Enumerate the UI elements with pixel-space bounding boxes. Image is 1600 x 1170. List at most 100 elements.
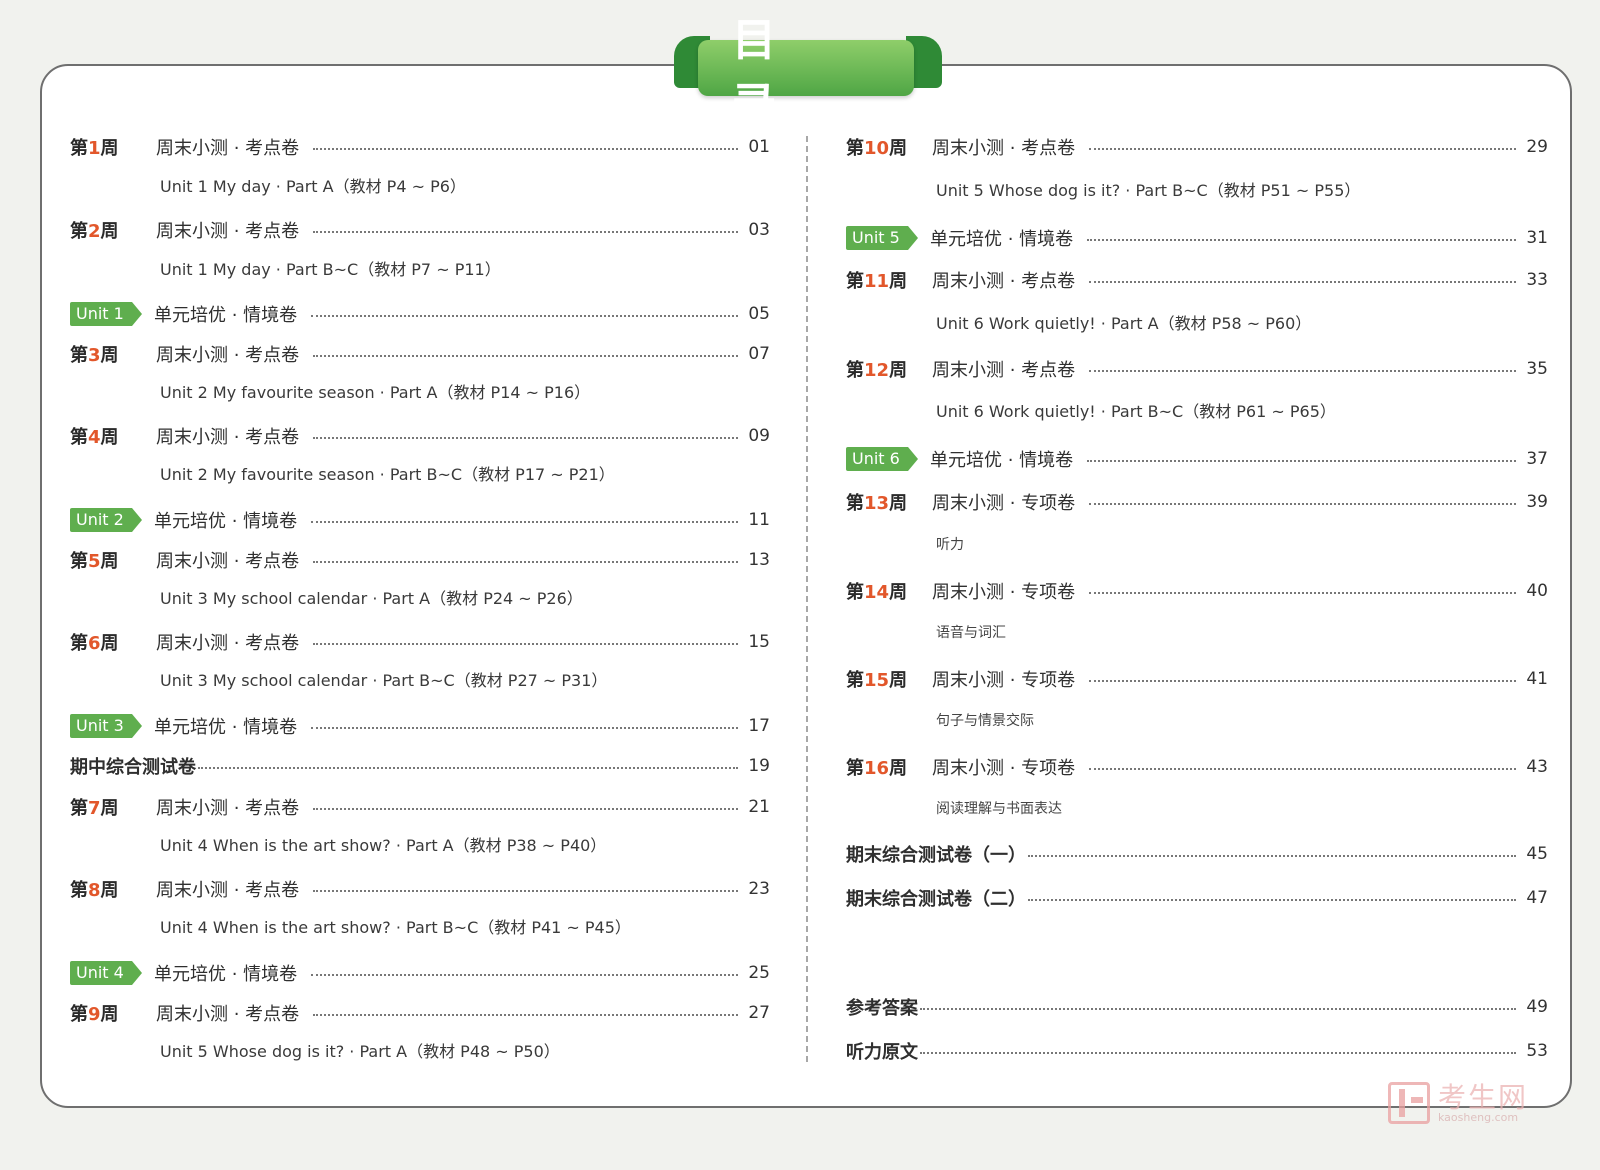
toc-entry[interactable]: 第12周 周末小测 · 考点卷 35 [846, 354, 1548, 384]
week-label: 第11周 [846, 267, 932, 293]
entry-title: 单元培优 · 情境卷 [154, 717, 298, 738]
week-label: 第6周 [70, 629, 156, 655]
week-label: 第16周 [846, 754, 932, 780]
toc-entry[interactable]: Unit 2 单元培优 · 情境卷 11 [70, 505, 770, 535]
unit-badge: Unit 3 [70, 714, 142, 738]
toc-entry[interactable]: 期中综合测试卷 19 [70, 751, 770, 781]
dot-leader [1089, 680, 1516, 682]
dot-leader [311, 727, 738, 729]
page-number: 53 [1526, 1041, 1548, 1061]
toc-entry[interactable]: 第7周 周末小测 · 考点卷 21 [70, 792, 770, 822]
week-number: 8 [88, 880, 101, 901]
week-prefix: 第 [846, 271, 864, 292]
toc-entry[interactable]: 期末综合测试卷（一） 45 [846, 839, 1548, 869]
toc-entry[interactable]: 第9周 周末小测 · 考点卷 27 [70, 998, 770, 1028]
toc-entry[interactable]: Unit 3 单元培优 · 情境卷 17 [70, 711, 770, 741]
toc-entry[interactable]: Unit 1 单元培优 · 情境卷 05 [70, 299, 770, 329]
toc-entry[interactable]: 期末综合测试卷（二） 47 [846, 883, 1548, 913]
week-suffix: 周 [100, 345, 119, 366]
toc-entry[interactable]: 第10周 周末小测 · 考点卷 29 [846, 132, 1548, 162]
entry-title: 周末小测 · 考点卷 [156, 798, 300, 819]
week-number: 2 [88, 221, 101, 242]
unit-badge: Unit 4 [70, 961, 142, 985]
entry-subtitle: Unit 6 Work quietly! · Part B~C（教材 P61 ~… [936, 402, 1336, 421]
page-number: 15 [748, 632, 770, 652]
entry-subtitle: Unit 4 When is the art show? · Part B~C（… [160, 918, 631, 937]
week-prefix: 第 [846, 493, 864, 514]
week-prefix: 第 [70, 221, 88, 242]
dot-leader [1028, 855, 1516, 857]
week-number: 4 [88, 427, 101, 448]
week-number: 11 [864, 271, 890, 292]
week-label: 第15周 [846, 666, 932, 692]
week-prefix: 第 [70, 551, 88, 572]
toc-entry[interactable]: 第2周 周末小测 · 考点卷 03 [70, 215, 770, 245]
dot-leader [311, 974, 738, 976]
toc-entry[interactable]: 第13周 周末小测 · 专项卷 39 [846, 487, 1548, 517]
entry-subtitle: Unit 3 My school calendar · Part B~C（教材 … [160, 671, 608, 690]
entry-subtitle: 听力 [936, 537, 964, 553]
toc-entry[interactable]: Unit 4 单元培优 · 情境卷 25 [70, 958, 770, 988]
week-suffix: 周 [100, 427, 119, 448]
week-label: 第9周 [70, 1000, 156, 1026]
week-prefix: 第 [70, 880, 88, 901]
entry-title: 参考答案 [846, 998, 918, 1019]
toc-entry[interactable]: 参考答案 49 [846, 992, 1548, 1022]
week-number: 14 [864, 582, 890, 603]
page-number: 45 [1526, 844, 1548, 864]
entry-title: 听力原文 [846, 1042, 918, 1063]
page-number: 13 [748, 550, 770, 570]
week-suffix: 周 [100, 221, 119, 242]
dot-leader [1089, 503, 1516, 505]
entry-title: 单元培优 · 情境卷 [154, 305, 298, 326]
page-number: 29 [1526, 137, 1548, 157]
dot-leader [313, 148, 738, 150]
entry-title: 单元培优 · 情境卷 [930, 229, 1074, 250]
toc-entry[interactable]: 第15周 周末小测 · 专项卷 41 [846, 664, 1548, 694]
entry-title: 周末小测 · 考点卷 [932, 360, 1076, 381]
entry-title: 周末小测 · 考点卷 [156, 1004, 300, 1025]
week-prefix: 第 [846, 582, 864, 603]
column-divider [806, 136, 808, 1062]
page-number: 01 [748, 137, 770, 157]
week-label: 第2周 [70, 217, 156, 243]
toc-entry[interactable]: 第3周 周末小测 · 考点卷 07 [70, 339, 770, 369]
dot-leader [198, 767, 738, 769]
week-suffix: 周 [100, 880, 119, 901]
week-number: 9 [88, 1004, 101, 1025]
dot-leader [311, 521, 738, 523]
entry-title: 周末小测 · 专项卷 [932, 493, 1076, 514]
dot-leader [313, 561, 738, 563]
page-number: 11 [748, 510, 770, 530]
entry-title: 周末小测 · 专项卷 [932, 670, 1076, 691]
page-number: 03 [748, 220, 770, 240]
toc-entry[interactable]: 第1周 周末小测 · 考点卷 01 [70, 132, 770, 162]
toc-entry[interactable]: 第4周 周末小测 · 考点卷 09 [70, 421, 770, 451]
entry-subtitle: Unit 5 Whose dog is it? · Part B~C（教材 P5… [936, 181, 1361, 200]
toc-entry[interactable]: 第16周 周末小测 · 专项卷 43 [846, 752, 1548, 782]
dot-leader [313, 890, 738, 892]
entry-subtitle: 语音与词汇 [936, 625, 1006, 641]
dot-leader [1089, 281, 1516, 283]
week-number: 6 [88, 633, 101, 654]
dot-leader [1089, 370, 1516, 372]
week-suffix: 周 [889, 360, 908, 381]
toc-entry[interactable]: 听力原文 53 [846, 1036, 1548, 1066]
week-number: 13 [864, 493, 890, 514]
toc-entry[interactable]: 第6周 周末小测 · 考点卷 15 [70, 627, 770, 657]
page-number: 49 [1526, 997, 1548, 1017]
entry-subtitle: Unit 1 My day · Part B~C（教材 P7 ~ P11） [160, 260, 501, 279]
week-label: 第4周 [70, 423, 156, 449]
toc-entry[interactable]: 第14周 周末小测 · 专项卷 40 [846, 576, 1548, 606]
toc-entry[interactable]: 第5周 周末小测 · 考点卷 13 [70, 545, 770, 575]
dot-leader [1087, 460, 1516, 462]
toc-entry[interactable]: 第11周 周末小测 · 考点卷 33 [846, 265, 1548, 295]
week-prefix: 第 [70, 633, 88, 654]
entry-title: 周末小测 · 考点卷 [932, 271, 1076, 292]
entry-subtitle: Unit 2 My favourite season · Part A（教材 P… [160, 383, 591, 402]
entry-title: 周末小测 · 考点卷 [156, 633, 300, 654]
entry-subtitle: 阅读理解与书面表达 [936, 801, 1062, 817]
toc-entry[interactable]: Unit 5 单元培优 · 情境卷 31 [846, 223, 1548, 253]
toc-entry[interactable]: 第8周 周末小测 · 考点卷 23 [70, 874, 770, 904]
toc-entry[interactable]: Unit 6 单元培优 · 情境卷 37 [846, 444, 1548, 474]
